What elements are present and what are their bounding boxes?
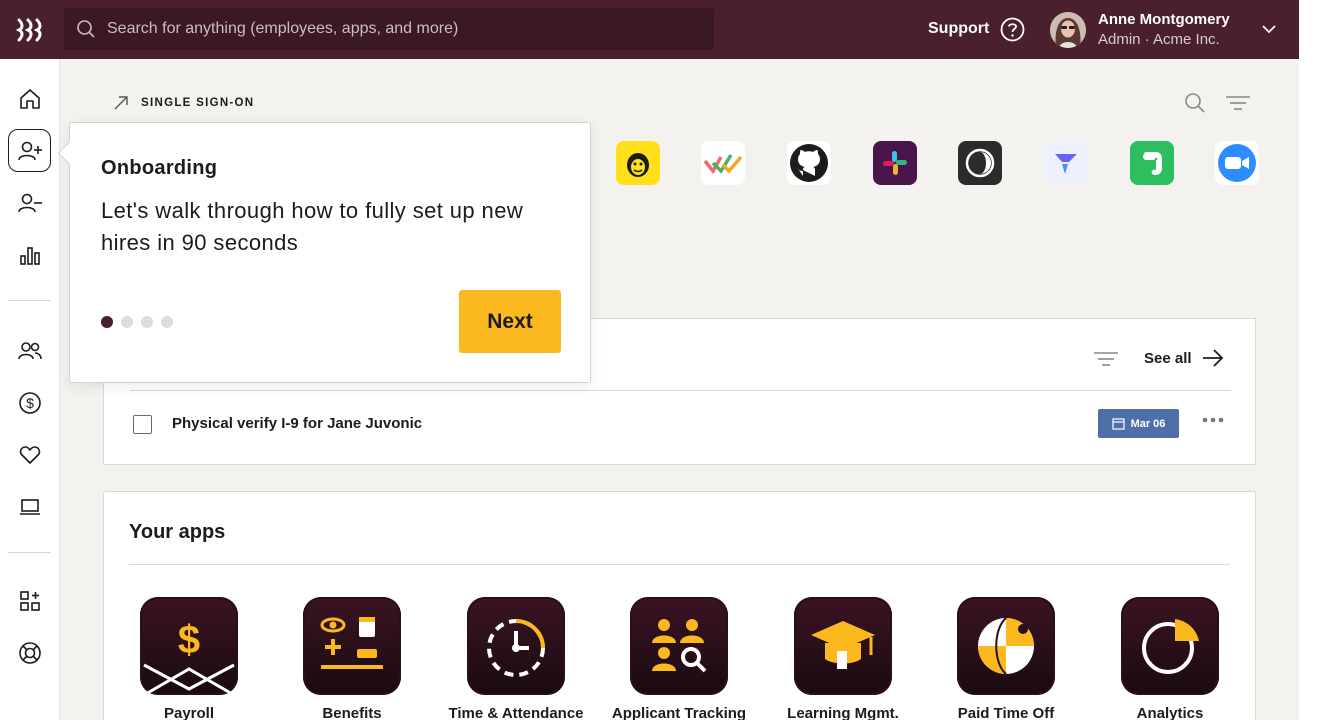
help-icon[interactable] bbox=[1000, 17, 1025, 42]
pto-app-icon bbox=[957, 597, 1055, 695]
popover-arrow bbox=[57, 141, 81, 165]
onboarding-icon[interactable] bbox=[8, 129, 51, 172]
applicant-app-icon bbox=[630, 597, 728, 695]
see-all-link[interactable]: See all bbox=[1144, 349, 1224, 367]
add-apps-icon[interactable] bbox=[8, 579, 51, 622]
popover-title: Onboarding bbox=[101, 157, 218, 179]
sidebar-divider bbox=[8, 552, 51, 553]
payroll-app-icon: $ bbox=[140, 597, 238, 695]
arrow-right-icon bbox=[1202, 349, 1223, 367]
popover-body: Let's walk through how to fully set up n… bbox=[101, 198, 524, 255]
task-title: Physical verify I-9 for Jane Juvonic bbox=[172, 415, 423, 432]
see-all-label: See all bbox=[1144, 349, 1192, 367]
avatar[interactable] bbox=[1050, 12, 1086, 48]
more-icon[interactable] bbox=[1202, 417, 1224, 423]
top-bar: Search for anything (employees, apps, an… bbox=[0, 0, 1299, 59]
asana-icon[interactable] bbox=[701, 141, 745, 185]
rippling-logo[interactable] bbox=[16, 17, 44, 43]
app-tile-benefits[interactable]: Benefits bbox=[270, 597, 434, 720]
app-label: Payroll bbox=[163, 705, 215, 720]
app-tile-analytics[interactable]: Analytics bbox=[1088, 597, 1252, 720]
arrow-up-right-icon bbox=[114, 96, 128, 110]
app-label: Analytics bbox=[1136, 705, 1204, 720]
chevron-down-icon[interactable] bbox=[1262, 24, 1276, 34]
section-title: Your apps bbox=[129, 521, 226, 543]
calendar-icon bbox=[1111, 418, 1125, 430]
zoom-icon[interactable] bbox=[1215, 141, 1259, 185]
step-dot[interactable] bbox=[101, 316, 113, 328]
filter-icon[interactable] bbox=[1094, 352, 1118, 366]
global-search[interactable]: Search for anything (employees, apps, an… bbox=[64, 8, 714, 50]
app-tile-payroll[interactable]: $ Payroll bbox=[107, 597, 271, 720]
task-checkbox[interactable] bbox=[133, 415, 152, 434]
people-icon[interactable] bbox=[8, 329, 51, 372]
svg-text:$: $ bbox=[26, 395, 34, 411]
sso-header: SINGLE SIGN-ON bbox=[113, 95, 254, 111]
app-label: Applicant Tracking bbox=[611, 705, 747, 720]
next-button[interactable]: Next bbox=[459, 290, 561, 353]
user-name: Anne Montgomery bbox=[1098, 11, 1230, 28]
app-tile-time-attendance[interactable]: Time & Attendance bbox=[434, 597, 598, 720]
sso-title: SINGLE SIGN-ON bbox=[141, 97, 255, 109]
divider bbox=[130, 390, 1231, 391]
evernote-icon[interactable] bbox=[1130, 141, 1174, 185]
app-label: Learning Mgmt. bbox=[787, 705, 899, 720]
app-label: Benefits bbox=[322, 705, 382, 720]
time-app-icon bbox=[467, 597, 565, 695]
payroll-icon[interactable]: $ bbox=[8, 381, 51, 424]
step-dot[interactable] bbox=[161, 316, 173, 328]
mailchimp-icon[interactable] bbox=[616, 141, 660, 185]
offboarding-icon[interactable] bbox=[8, 181, 51, 224]
due-date-text: Mar 06 bbox=[1130, 417, 1166, 430]
app-tile-pto[interactable]: Paid Time Off bbox=[924, 597, 1088, 720]
home-icon[interactable] bbox=[8, 77, 51, 120]
app-label: Paid Time Off bbox=[957, 705, 1055, 720]
divider bbox=[129, 564, 1230, 565]
sidebar: $ bbox=[0, 59, 60, 720]
user-role: Admin · Acme Inc. bbox=[1098, 31, 1220, 48]
step-indicator bbox=[101, 316, 173, 328]
svg-text:$: $ bbox=[178, 618, 200, 662]
sidebar-divider bbox=[8, 300, 51, 301]
onboarding-tour-popover: Onboarding Let's walk through how to ful… bbox=[57, 122, 591, 383]
due-date-badge: Mar 06 bbox=[1098, 409, 1179, 438]
devices-icon[interactable] bbox=[8, 485, 51, 528]
help-center-icon[interactable] bbox=[8, 631, 51, 674]
benefits-icon[interactable] bbox=[8, 433, 51, 476]
step-dot[interactable] bbox=[141, 316, 153, 328]
cloud-icon[interactable] bbox=[958, 141, 1002, 185]
benefits-app-icon bbox=[303, 597, 401, 695]
page-edge bbox=[1299, 0, 1323, 720]
support-link[interactable]: Support bbox=[928, 20, 989, 38]
slack-icon[interactable] bbox=[873, 141, 917, 185]
learning-app-icon bbox=[794, 597, 892, 695]
step-dot[interactable] bbox=[121, 316, 133, 328]
search-icon[interactable] bbox=[1184, 92, 1206, 114]
linear-icon[interactable] bbox=[1044, 141, 1088, 185]
app-label: Time & Attendance bbox=[448, 705, 584, 720]
your-apps-card: Your apps $ Payroll Benefits Time & Atte… bbox=[103, 491, 1256, 720]
search-icon bbox=[77, 20, 95, 38]
search-placeholder: Search for anything (employees, apps, an… bbox=[107, 20, 459, 37]
reports-icon[interactable] bbox=[8, 233, 51, 276]
app-tile-learning[interactable]: Learning Mgmt. bbox=[761, 597, 925, 720]
github-icon[interactable] bbox=[787, 141, 831, 185]
filter-icon[interactable] bbox=[1226, 96, 1250, 110]
analytics-app-icon bbox=[1121, 597, 1219, 695]
app-tile-applicant-tracking[interactable]: Applicant Tracking bbox=[597, 597, 761, 720]
